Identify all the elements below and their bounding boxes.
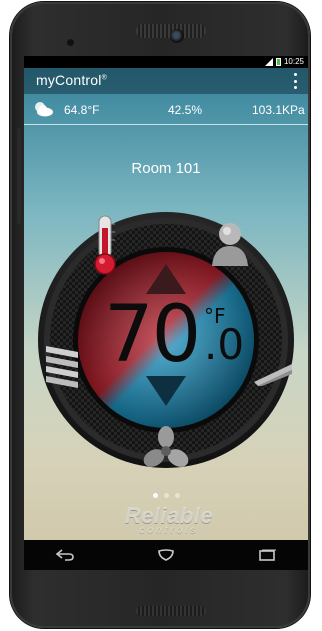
outdoor-temperature: 64.8°F bbox=[64, 103, 100, 117]
app-bar: myControl® bbox=[24, 68, 308, 94]
home-icon[interactable] bbox=[153, 546, 179, 564]
recent-apps-icon[interactable] bbox=[254, 546, 280, 564]
page-dot-3[interactable] bbox=[174, 493, 180, 498]
back-icon[interactable] bbox=[52, 546, 78, 564]
brand-tagline: controls bbox=[139, 525, 199, 536]
proximity-sensor bbox=[67, 39, 74, 46]
bottom-speaker bbox=[136, 606, 206, 616]
decrease-arrow-icon[interactable] bbox=[146, 376, 186, 406]
heat-vents-icon[interactable] bbox=[42, 342, 82, 392]
brand-logo: Reliable controls bbox=[94, 503, 244, 539]
increase-arrow-icon[interactable] bbox=[146, 264, 186, 294]
overflow-menu-icon[interactable] bbox=[292, 73, 298, 89]
page-indicator bbox=[24, 493, 308, 498]
thermometer-icon[interactable] bbox=[90, 214, 120, 276]
setpoint-decimal: .0 bbox=[204, 320, 245, 369]
screen: 10:25 myControl® 64.8°F 42.5% 103.1KPa R… bbox=[24, 56, 308, 570]
dampers-icon[interactable] bbox=[252, 360, 294, 386]
app-title: myControl® bbox=[36, 72, 107, 88]
occupancy-person-icon[interactable] bbox=[210, 220, 250, 268]
signal-icon bbox=[264, 57, 273, 66]
room-name: Room 101 bbox=[131, 160, 201, 177]
status-bar: 10:25 bbox=[24, 56, 308, 68]
outdoor-humidity: 42.5% bbox=[168, 103, 203, 117]
partly-cloudy-icon bbox=[32, 101, 54, 117]
fan-icon[interactable] bbox=[142, 426, 190, 474]
battery-icon bbox=[275, 57, 281, 66]
barometric-pressure: 103.1KPa bbox=[252, 103, 305, 117]
page-dot-1[interactable] bbox=[152, 493, 158, 498]
weather-bar: 64.8°F 42.5% 103.1KPa bbox=[24, 94, 308, 125]
power-button bbox=[17, 128, 21, 224]
status-time: 10:25 bbox=[283, 57, 304, 66]
front-camera bbox=[170, 29, 184, 43]
page-dot-2[interactable] bbox=[163, 493, 169, 498]
setpoint-value: 70 bbox=[104, 290, 201, 380]
system-nav-bar bbox=[24, 540, 308, 570]
